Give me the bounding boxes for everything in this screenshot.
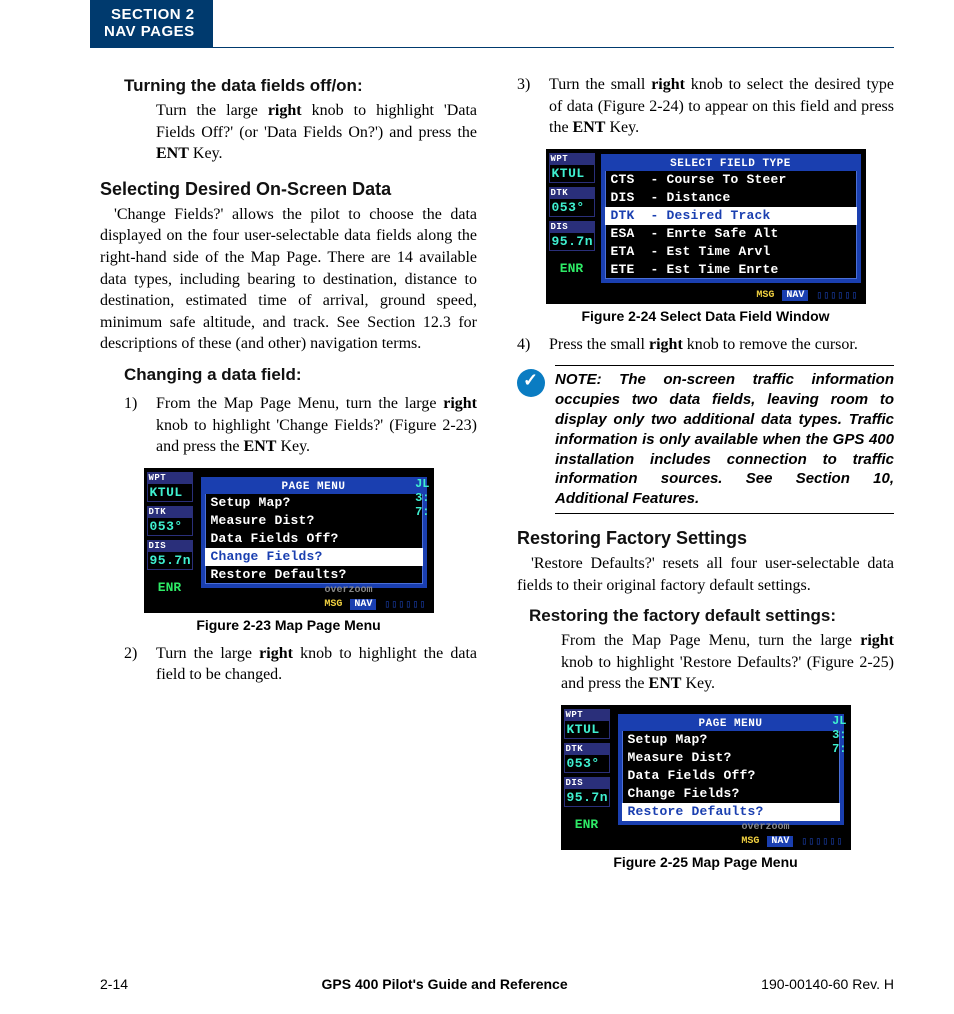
fig-sidebar: WPT KTUL DTK 053° DIS 95.7n ENR (562, 706, 612, 835)
field-type-item: ETE - Est Time Enrte (605, 261, 857, 279)
page-footer: 2-14 GPS 400 Pilot's Guide and Reference… (100, 976, 894, 992)
field-type-item: CTS - Course To Steer (605, 171, 857, 189)
subheading-turning-fields: Turning the data fields off/on: (124, 76, 477, 96)
footer-title: GPS 400 Pilot's Guide and Reference (322, 976, 568, 992)
figure-2-24-caption: Figure 2-24 Select Data Field Window (517, 308, 894, 324)
fig-main: JL 3: 7: PAGE MENU Setup Map? Measure Di… (612, 706, 850, 835)
figure-2-25-caption: Figure 2-25 Map Page Menu (517, 854, 894, 870)
section-line-2: NAV PAGES (104, 23, 195, 40)
figure-2-23-caption: Figure 2-23 Map Page Menu (100, 617, 477, 633)
fig-bottom-bar: MSG NAV ▯▯▯▯▯▯ (562, 835, 850, 849)
subheading-restoring-defaults: Restoring the factory default settings: (529, 606, 894, 626)
page-number: 2-14 (100, 976, 128, 992)
section-line-1: SECTION 2 (104, 6, 195, 23)
turning-fields-body: Turn the large right knob to highlight '… (156, 100, 477, 165)
step-4: 4) Press the small right knob to remove … (517, 334, 894, 356)
footer-doc-id: 190-00140-60 Rev. H (761, 976, 894, 992)
field-type-item: ETA - Est Time Arvl (605, 243, 857, 261)
field-type-item: ESA - Enrte Safe Alt (605, 225, 857, 243)
heading-restoring-factory: Restoring Factory Settings (517, 528, 894, 549)
step-2: 2) Turn the large right knob to highligh… (124, 643, 477, 686)
step-1: 1) From the Map Page Menu, turn the larg… (124, 393, 477, 458)
restoring-defaults-body: From the Map Page Menu, turn the large r… (561, 630, 894, 695)
header-rule (90, 47, 894, 49)
step-3: 3) Turn the small right knob to select t… (517, 74, 894, 139)
page-menu-popup: PAGE MENU Setup Map? Measure Dist? Data … (618, 714, 844, 825)
right-column: 3) Turn the small right knob to select t… (517, 66, 894, 880)
restoring-factory-body: 'Restore Defaults?' resets all four user… (517, 553, 894, 596)
fig-main: JL 3: 7: PAGE MENU Setup Map? Measure Di… (195, 469, 433, 598)
fig-sidebar: WPT KTUL DTK 053° DIS 95.7n ENR (547, 150, 597, 289)
note-text: NOTE: The on-screen traffic information … (555, 365, 894, 514)
figure-2-23: WPT KTUL DTK 053° DIS 95.7n ENR JL 3: 7:… (144, 468, 434, 613)
fig-bottom-bar: MSG NAV ▯▯▯▯▯▯ (145, 598, 433, 612)
fig-sidebar: WPT KTUL DTK 053° DIS 95.7n ENR (145, 469, 195, 598)
figure-2-24: WPT KTUL DTK 053° DIS 95.7n ENR SELECT F… (546, 149, 866, 304)
fig-main: SELECT FIELD TYPE CTS - Course To Steer … (597, 150, 865, 289)
fig-bottom-bar: MSG NAV ▯▯▯▯▯▯ (547, 289, 865, 303)
page-menu-popup: PAGE MENU Setup Map? Measure Dist? Data … (201, 477, 427, 588)
note-icon (517, 369, 545, 397)
heading-selecting-data: Selecting Desired On-Screen Data (100, 179, 477, 200)
field-type-item: DTK - Desired Track (605, 207, 857, 225)
subheading-changing-field: Changing a data field: (124, 365, 477, 385)
field-type-item: DIS - Distance (605, 189, 857, 207)
selecting-data-body: 'Change Fields?' allows the pilot to cho… (100, 204, 477, 355)
figure-2-25: WPT KTUL DTK 053° DIS 95.7n ENR JL 3: 7:… (561, 705, 851, 850)
note-block: NOTE: The on-screen traffic information … (517, 365, 894, 514)
select-field-popup: SELECT FIELD TYPE CTS - Course To Steer … (601, 154, 861, 283)
left-column: Turning the data fields off/on: Turn the… (100, 66, 477, 880)
section-tab: SECTION 2 NAV PAGES (90, 0, 213, 47)
